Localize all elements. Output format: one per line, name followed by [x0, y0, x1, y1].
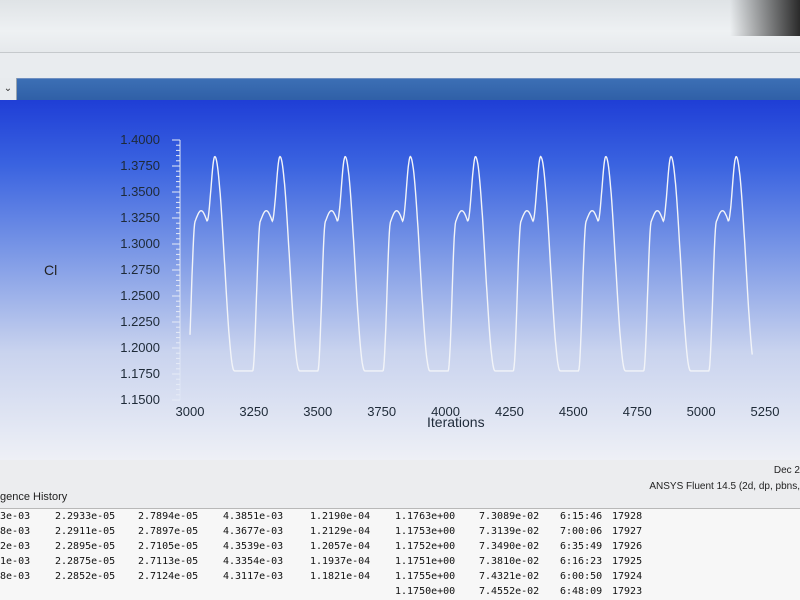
y-axis-label: Cl	[44, 262, 58, 278]
console-cell: 08e-03	[0, 526, 31, 537]
console-cell: 1.2129e-04	[310, 526, 371, 537]
console-cell: 1.1821e-04	[310, 571, 371, 582]
console-cell: 7.3810e-02	[479, 556, 540, 567]
y-tick-label: 1.4000	[120, 132, 160, 147]
console-cell: 4.3117e-03	[223, 571, 284, 582]
console-cell: 17927	[612, 526, 643, 537]
x-tick-label: 5000	[686, 404, 716, 419]
console-row: 23e-03 2.2933e-05 2.7894e-05 4.3851e-03 1.21…	[0, 511, 800, 526]
console-cell: 1.1937e-04	[310, 556, 371, 567]
y-tick-label: 1.1750	[120, 366, 160, 381]
console-cell: 7:00:06	[560, 526, 603, 537]
console-row: 78e-03 2.2852e-05 2.7124e-05 4.3117e-03 1.18…	[0, 571, 800, 586]
console-cell: 1.1752e+00	[395, 541, 456, 552]
x-tick-label: 3500	[303, 404, 333, 419]
console-cell: 6:00:50	[560, 571, 603, 582]
x-tick-label: 3750	[367, 404, 397, 419]
console-row: 08e-03 2.2911e-05 2.7897e-05 4.3677e-03 1.21…	[0, 526, 800, 541]
console-cell: 2.2911e-05	[55, 526, 116, 537]
console-cell: 21e-03	[0, 556, 31, 567]
x-tick-label: 4500	[558, 404, 588, 419]
chevron-down-icon[interactable]: ⌄	[0, 78, 17, 100]
console-cell: 1.1751e+00	[395, 556, 456, 567]
console-row: 1.1750e+00 7.4552e-02 6:48:09 17923	[0, 586, 800, 600]
console-cell: 32e-03	[0, 541, 31, 552]
console-cell: 23e-03	[0, 511, 31, 522]
console-cell: 7.3139e-02	[479, 526, 540, 537]
graphics-toolbar	[0, 78, 800, 101]
y-tick-label: 1.3000	[120, 236, 160, 251]
console-cell: 17925	[612, 556, 643, 567]
solver-version: ANSYS Fluent 14.5 (2d, dp, pbns,	[649, 481, 800, 492]
console-cell: 17926	[612, 541, 643, 552]
console-cell: 17928	[612, 511, 643, 522]
console-cell: 1.2057e-04	[310, 541, 371, 552]
console-output[interactable]: 23e-03 2.2933e-05 2.7894e-05 4.3851e-03 1.21…	[0, 508, 800, 600]
console-cell: 4.3851e-03	[223, 511, 284, 522]
console-cell: 6:48:09	[560, 586, 603, 597]
x-tick-label: 4750	[622, 404, 652, 419]
x-tick-label: 4250	[494, 404, 524, 419]
console-cell: 6:16:23	[560, 556, 603, 567]
cl-series	[189, 155, 753, 372]
x-tick-label: 3250	[239, 404, 269, 419]
console-cell: 2.2852e-05	[55, 571, 116, 582]
console-cell: 78e-03	[0, 571, 31, 582]
console-cell: 17924	[612, 571, 643, 582]
console-cell: 7.4321e-02	[479, 571, 540, 582]
y-tick-label: 1.1500	[120, 392, 160, 407]
console-cell: 2.7105e-05	[138, 541, 199, 552]
console-cell: 7.4552e-02	[479, 586, 540, 597]
y-tick-label: 1.3500	[120, 184, 160, 199]
console-cell: 2.7124e-05	[138, 571, 199, 582]
console-row: 21e-03 2.2875e-05 2.7113e-05 4.3354e-03 1.19…	[0, 556, 800, 571]
y-tick-label: 1.3750	[120, 158, 160, 173]
console-row: 32e-03 2.2895e-05 2.7105e-05 4.3539e-03 1.20…	[0, 541, 800, 556]
y-tick-label: 1.3250	[120, 210, 160, 225]
console-cell: 17923	[612, 586, 643, 597]
console-cell: 7.3089e-02	[479, 511, 540, 522]
y-tick-label: 1.2000	[120, 340, 160, 355]
console-cell: 2.7113e-05	[138, 556, 199, 567]
console-cell: 2.2895e-05	[55, 541, 116, 552]
console-cell: 4.3539e-03	[223, 541, 284, 552]
x-tick-label: 3000	[175, 404, 205, 419]
plot-date: Dec 2	[773, 465, 800, 476]
cl-line	[189, 155, 753, 372]
title-bar	[0, 0, 800, 53]
console-cell: 4.3677e-03	[223, 526, 284, 537]
console-cell: 6:35:49	[560, 541, 603, 552]
console-cell: 7.3490e-02	[479, 541, 540, 552]
title-bar-shadow	[730, 0, 800, 36]
console-cell: 1.1750e+00	[395, 586, 456, 597]
console-cell: 2.2875e-05	[55, 556, 116, 567]
console-cell: 1.2190e-04	[310, 511, 371, 522]
plot-axes	[172, 139, 181, 401]
console-cell: 1.1763e+00	[395, 511, 456, 522]
console-cell: 4.3354e-03	[223, 556, 284, 567]
x-tick-label: 5250	[750, 404, 780, 419]
console-cell: 2.2933e-05	[55, 511, 116, 522]
console-cell: 1.1755e+00	[395, 571, 456, 582]
console-cell: 2.7897e-05	[138, 526, 199, 537]
y-tick-label: 1.2250	[120, 314, 160, 329]
y-tick-label: 1.2750	[120, 262, 160, 277]
x-tick-label: 4000	[431, 404, 460, 419]
console-cell: 1.1753e+00	[395, 526, 456, 537]
y-tick-label: 1.2500	[120, 288, 160, 303]
convergence-history-title: gence History	[0, 491, 68, 503]
console-cell: 6:15:46	[560, 511, 603, 522]
console-cell: 2.7894e-05	[138, 511, 199, 522]
